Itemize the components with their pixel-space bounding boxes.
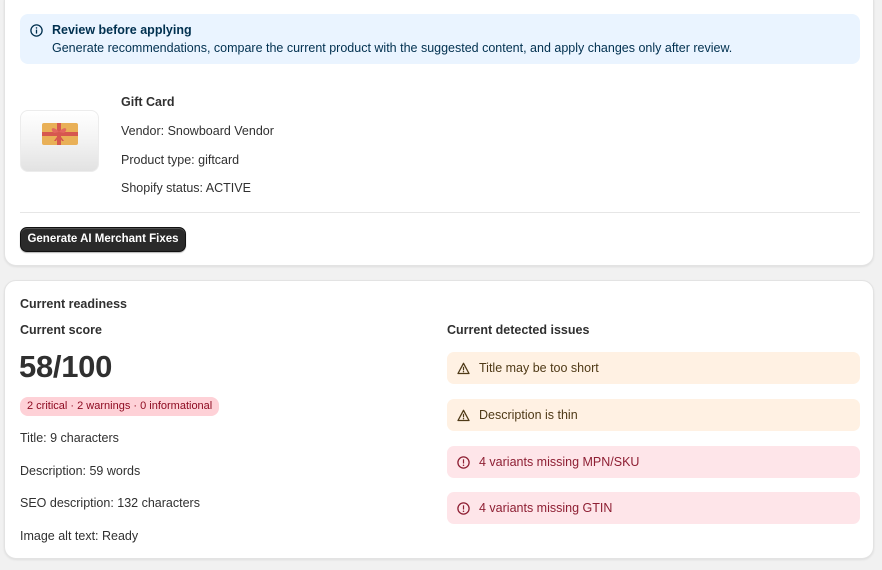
alert-circle-icon: [457, 502, 470, 515]
gift-card-icon: [42, 123, 78, 145]
alert-triangle-icon: [457, 362, 470, 375]
readiness-card: Current readiness Current score 58/100 2…: [4, 280, 874, 559]
metric-title-length: Title: 9 characters: [20, 431, 119, 445]
metric-image-alt-text: Image alt text: Ready: [20, 529, 139, 543]
product-title: Gift Card: [121, 95, 175, 109]
alert-circle-icon: [457, 456, 470, 469]
issue-item: 4 variants missing GTIN: [447, 492, 860, 524]
metric-seo-description: SEO description: 132 characters: [20, 496, 200, 510]
readiness-score: 58/100: [19, 349, 113, 384]
divider: [20, 212, 860, 213]
product-vendor: Vendor: Snowboard Vendor: [121, 124, 274, 138]
product-card: Review before applying Generate recommen…: [4, 0, 874, 266]
product-type: Product type: giftcard: [121, 153, 240, 167]
issue-text: 4 variants missing GTIN: [479, 501, 613, 515]
issue-item: Description is thin: [447, 399, 860, 431]
banner-title: Review before applying: [52, 23, 192, 37]
issue-item: Title may be too short: [447, 352, 860, 384]
banner-text: Generate recommendations, compare the cu…: [52, 41, 733, 55]
product-image: [20, 110, 99, 172]
issue-text: 4 variants missing MPN/SKU: [479, 455, 640, 469]
issues-heading: Current detected issues: [447, 323, 590, 337]
info-icon: [30, 24, 43, 37]
issue-summary-badge: 2 critical · 2 warnings · 0 informationa…: [20, 397, 220, 416]
issue-item: 4 variants missing MPN/SKU: [447, 446, 860, 478]
metric-description-words: Description: 59 words: [20, 464, 141, 478]
issue-text: Description is thin: [479, 408, 578, 422]
score-heading: Current score: [20, 323, 102, 337]
issue-text: Title may be too short: [479, 361, 599, 375]
product-status: Shopify status: ACTIVE: [121, 181, 251, 195]
section-title: Current readiness: [20, 297, 127, 311]
alert-triangle-icon: [457, 409, 470, 422]
generate-ai-merchant-fixes-button[interactable]: Generate AI Merchant Fixes: [20, 227, 186, 252]
review-banner: Review before applying Generate recommen…: [20, 14, 860, 64]
